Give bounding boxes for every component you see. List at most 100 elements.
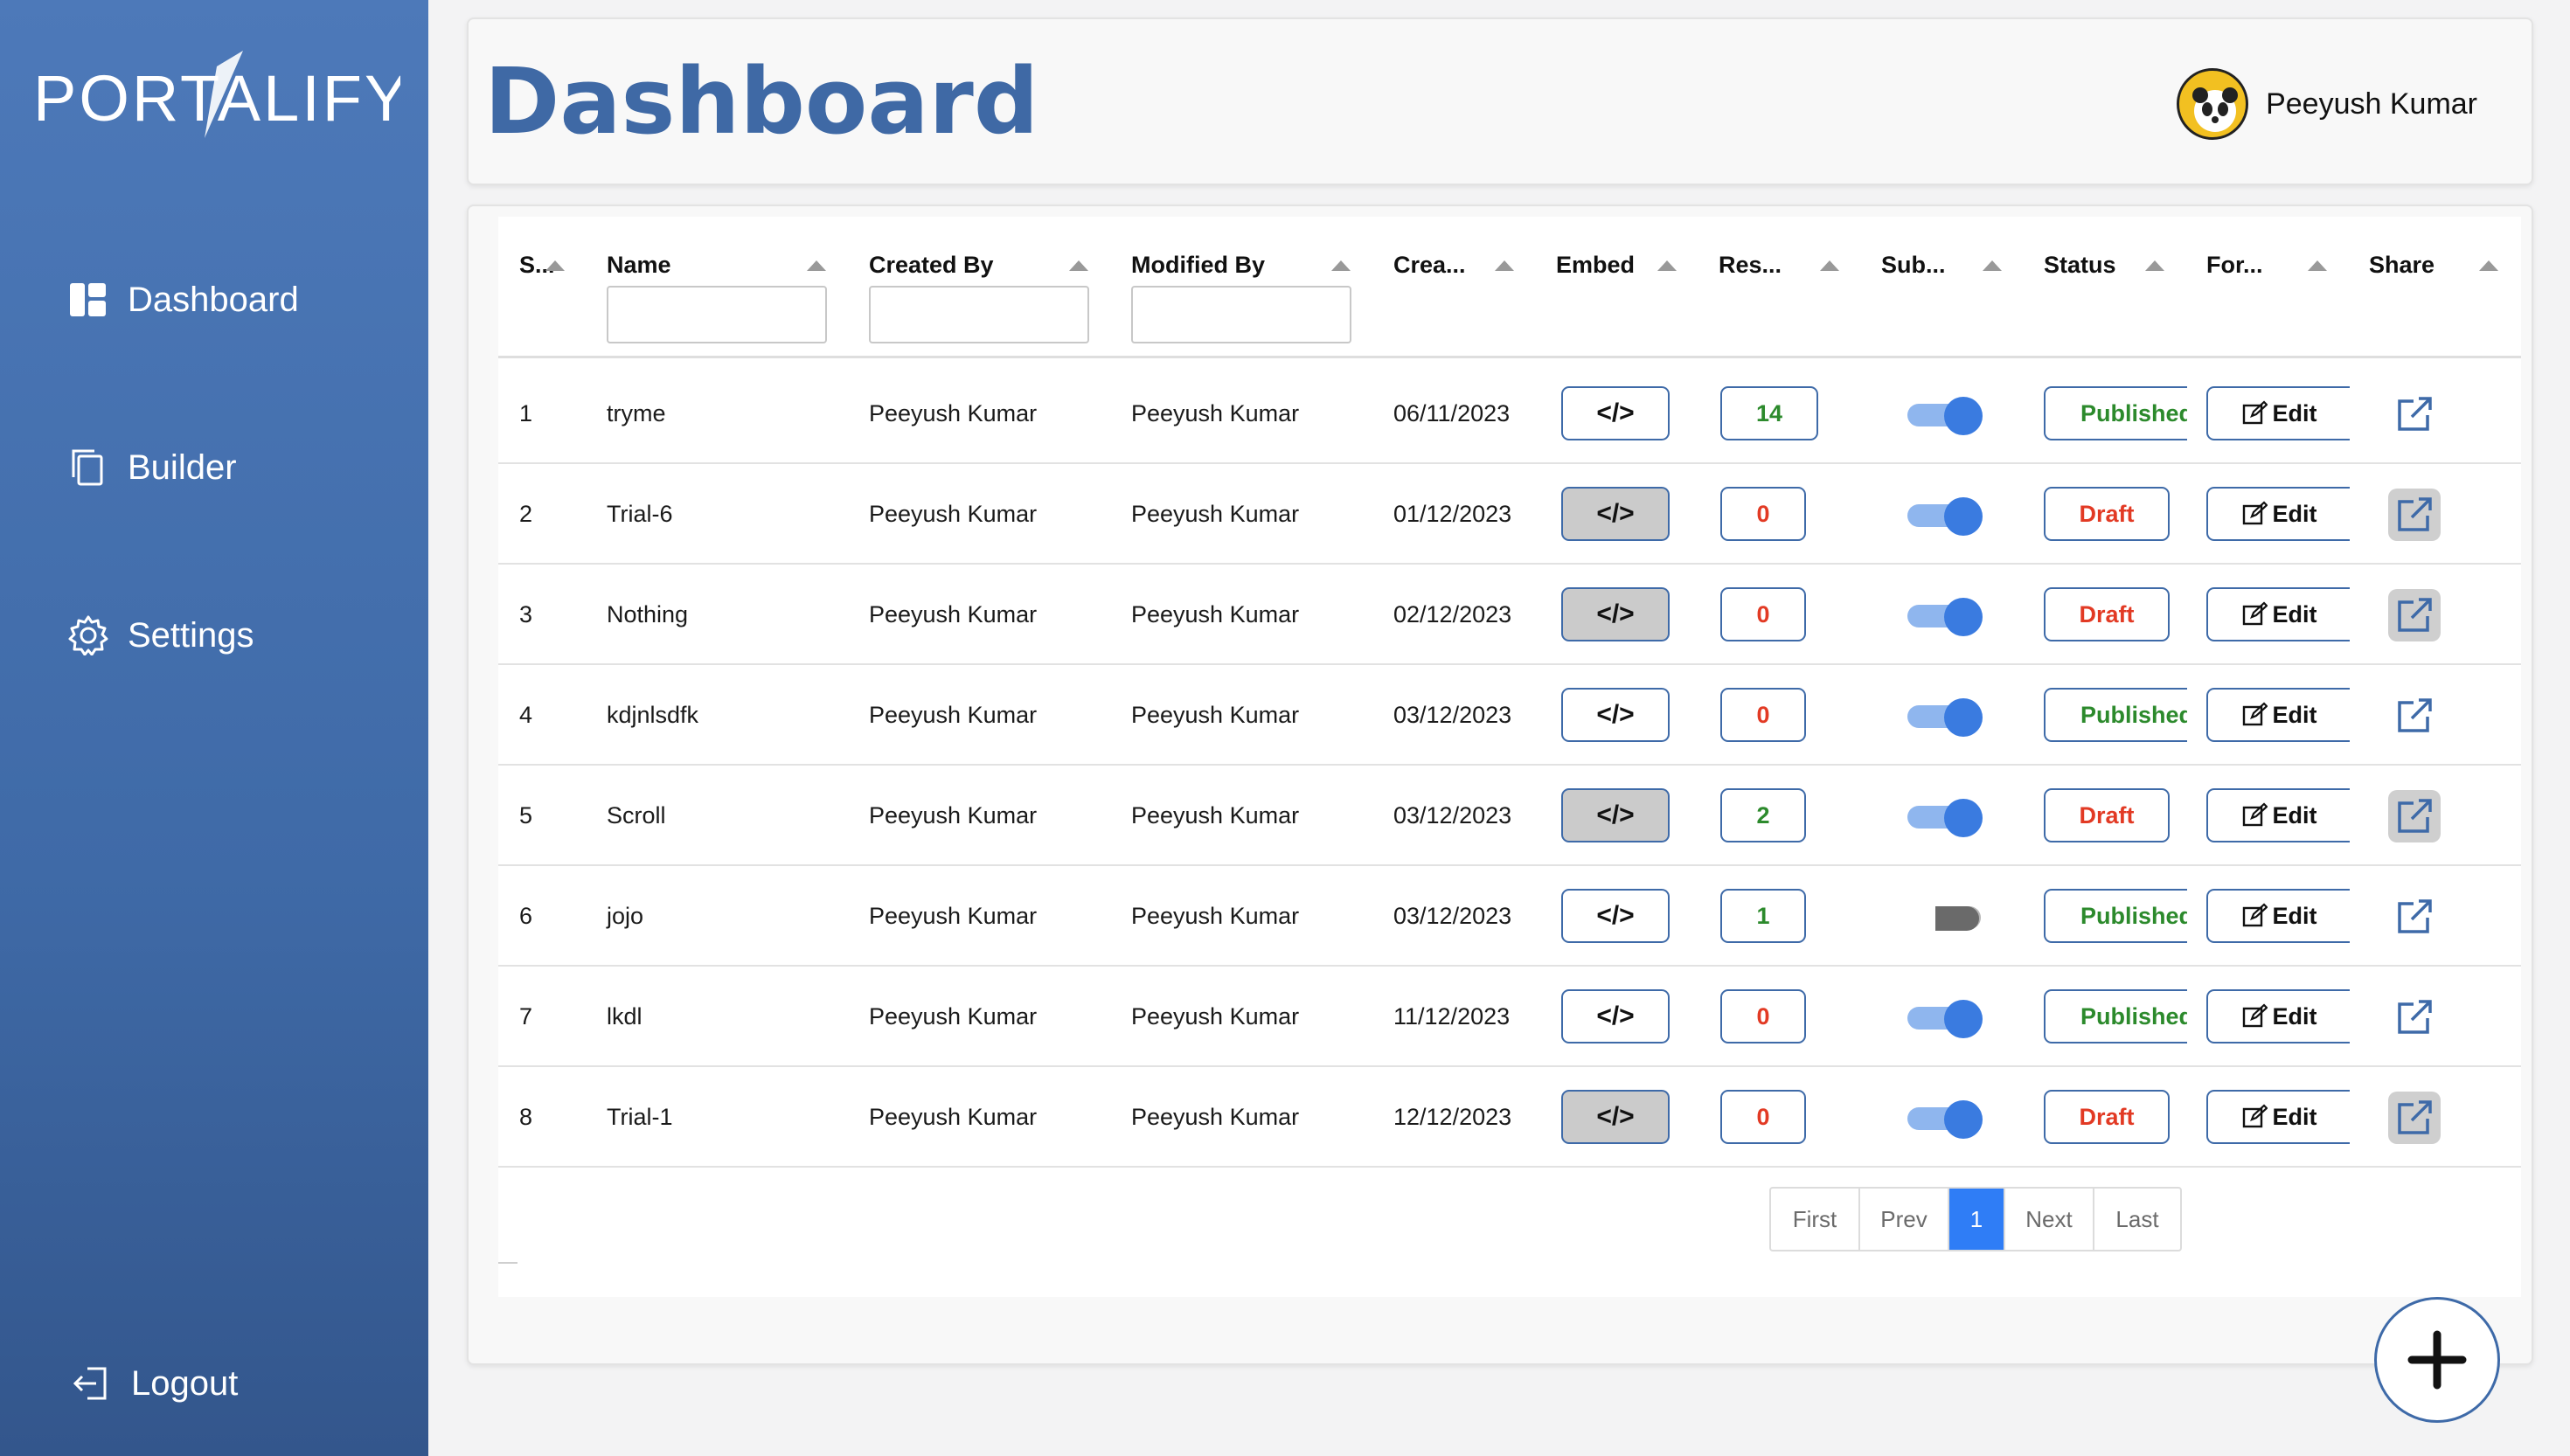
portalify-logo[interactable]: PORTALIFY (33, 51, 407, 147)
status-badge[interactable]: Published (2044, 889, 2187, 943)
embed-button[interactable]: </> (1561, 1090, 1670, 1144)
page-1-button[interactable]: 1 (1949, 1189, 2005, 1250)
embed-button[interactable]: </> (1561, 688, 1670, 742)
last-page-button[interactable]: Last (2094, 1189, 2180, 1250)
sort-icon[interactable] (2479, 260, 2498, 271)
logout-label: Logout (131, 1363, 239, 1403)
status-badge[interactable]: Draft (2044, 587, 2170, 641)
first-page-button[interactable]: First (1771, 1189, 1860, 1250)
cell-name: lkdl (607, 1003, 642, 1030)
cell-modified-by: Peeyush Kumar (1131, 1003, 1300, 1030)
edit-label: Edit (2272, 600, 2317, 627)
responses-badge[interactable]: 0 (1720, 989, 1806, 1043)
responses-badge[interactable]: 0 (1720, 1090, 1806, 1144)
cell-sno: 1 (519, 400, 533, 426)
cell-created-date: 11/12/2023 (1393, 1003, 1511, 1030)
share-button[interactable] (2388, 991, 2441, 1043)
embed-button[interactable]: </> (1561, 487, 1670, 541)
status-badge[interactable]: Draft (2044, 1090, 2170, 1144)
sort-icon[interactable] (1331, 260, 1351, 271)
submission-toggle[interactable] (1907, 497, 1983, 536)
cell-sno: 8 (519, 1104, 533, 1130)
submission-toggle[interactable] (1907, 899, 1983, 934)
sort-icon[interactable] (1495, 260, 1514, 271)
embed-button[interactable]: </> (1561, 989, 1670, 1043)
embed-button[interactable]: </> (1561, 386, 1670, 440)
modified-by-filter-input[interactable] (1131, 286, 1351, 343)
share-button[interactable] (2388, 388, 2441, 440)
sort-icon[interactable] (807, 260, 826, 271)
column-header-created[interactable]: Crea... (1393, 252, 1466, 279)
column-header-embed[interactable]: Embed (1556, 252, 1635, 279)
status-badge[interactable]: Draft (2044, 487, 2170, 541)
name-filter-input[interactable] (607, 286, 827, 343)
sort-icon[interactable] (1069, 260, 1088, 271)
user-menu[interactable]: Peeyush Kumar (2177, 68, 2477, 140)
responses-badge[interactable]: 14 (1720, 386, 1818, 440)
cell-created-by: Peeyush Kumar (869, 400, 1038, 426)
column-header-name[interactable]: Name (607, 252, 671, 279)
edit-form-button[interactable]: Edit (2206, 989, 2350, 1043)
sidebar-item-settings[interactable]: Settings (68, 615, 254, 655)
responses-badge[interactable]: 2 (1720, 788, 1806, 842)
share-button[interactable] (2388, 790, 2441, 842)
share-button[interactable] (2388, 589, 2441, 641)
responses-badge[interactable]: 1 (1720, 889, 1806, 943)
edit-form-button[interactable]: Edit (2206, 788, 2350, 842)
sort-icon[interactable] (1657, 260, 1677, 271)
sort-icon[interactable] (545, 260, 565, 271)
cell-created-date: 03/12/2023 (1393, 903, 1512, 929)
cell-created-date: 01/12/2023 (1393, 501, 1512, 527)
add-form-button[interactable] (2374, 1297, 2500, 1423)
edit-form-button[interactable]: Edit (2206, 587, 2350, 641)
submission-toggle[interactable] (1907, 1000, 1983, 1038)
embed-button[interactable]: </> (1561, 788, 1670, 842)
share-button[interactable] (2388, 891, 2441, 943)
column-header-form[interactable]: For... (2206, 252, 2263, 279)
submission-toggle[interactable] (1907, 598, 1983, 636)
sort-icon[interactable] (1983, 260, 2002, 271)
embed-button[interactable]: </> (1561, 587, 1670, 641)
header-bar: Dashboard Peeyush Kumar (467, 17, 2533, 185)
sort-icon[interactable] (2308, 260, 2327, 271)
responses-badge[interactable]: 0 (1720, 688, 1806, 742)
cell-created-by: Peeyush Kumar (869, 1003, 1038, 1030)
share-button[interactable] (2388, 489, 2441, 541)
responses-badge[interactable]: 0 (1720, 487, 1806, 541)
cell-modified-by: Peeyush Kumar (1131, 501, 1300, 527)
submission-toggle[interactable] (1907, 397, 1983, 435)
cell-modified-by: Peeyush Kumar (1131, 601, 1300, 627)
cell-sno: 7 (519, 1003, 533, 1030)
status-badge[interactable]: Published (2044, 989, 2187, 1043)
sort-icon[interactable] (1820, 260, 1839, 271)
embed-button[interactable]: </> (1561, 889, 1670, 943)
status-badge[interactable]: Published (2044, 386, 2187, 440)
submission-toggle[interactable] (1907, 799, 1983, 837)
sidebar-item-dashboard[interactable]: Dashboard (68, 280, 299, 320)
edit-form-button[interactable]: Edit (2206, 1090, 2350, 1144)
next-page-button[interactable]: Next (2005, 1189, 2094, 1250)
column-header-submission[interactable]: Sub... (1881, 252, 1946, 279)
submission-toggle[interactable] (1907, 1100, 1983, 1139)
status-badge[interactable]: Published (2044, 688, 2187, 742)
column-header-modified-by[interactable]: Modified By (1131, 252, 1265, 279)
edit-form-button[interactable]: Edit (2206, 688, 2350, 742)
share-button[interactable] (2388, 690, 2441, 742)
share-button[interactable] (2388, 1092, 2441, 1144)
edit-icon (2242, 400, 2268, 425)
prev-page-button[interactable]: Prev (1860, 1189, 1949, 1250)
status-badge[interactable]: Draft (2044, 788, 2170, 842)
column-header-created-by[interactable]: Created By (869, 252, 994, 279)
edit-form-button[interactable]: Edit (2206, 889, 2350, 943)
created-by-filter-input[interactable] (869, 286, 1089, 343)
sidebar-item-builder[interactable]: Builder (68, 447, 237, 488)
edit-form-button[interactable]: Edit (2206, 487, 2350, 541)
column-header-responses[interactable]: Res... (1719, 252, 1782, 279)
column-header-status[interactable]: Status (2044, 252, 2116, 279)
responses-badge[interactable]: 0 (1720, 587, 1806, 641)
edit-form-button[interactable]: Edit (2206, 386, 2350, 440)
submission-toggle[interactable] (1907, 698, 1983, 737)
column-header-share[interactable]: Share (2369, 252, 2435, 279)
sort-icon[interactable] (2145, 260, 2164, 271)
logout-button[interactable]: Logout (72, 1363, 238, 1404)
